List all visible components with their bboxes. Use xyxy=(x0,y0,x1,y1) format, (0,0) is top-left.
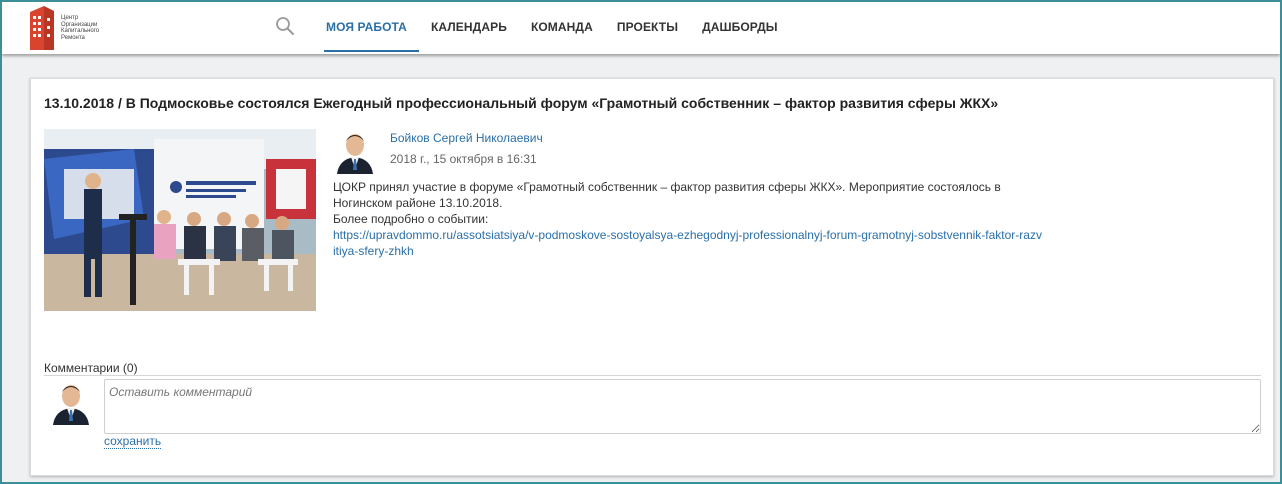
post-body-text: ЦОКР принял участие в форуме «Грамотный … xyxy=(333,180,1001,210)
nav-tab-team[interactable]: КОМАНДА xyxy=(519,2,605,52)
post-photo[interactable] xyxy=(44,129,316,311)
building-logo-icon xyxy=(30,6,54,50)
post-body-more: Более подробно о событии: xyxy=(333,212,489,226)
author-avatar[interactable] xyxy=(335,129,375,174)
nav-tab-my-work[interactable]: МОЯ РАБОТА xyxy=(314,2,419,52)
nav-tab-calendar[interactable]: КАЛЕНДАРЬ xyxy=(419,2,519,52)
app-window: Центр Организации Капитального Ремонта М… xyxy=(0,0,1282,484)
main-nav: МОЯ РАБОТА КАЛЕНДАРЬ КОМАНДА ПРОЕКТЫ ДАШ… xyxy=(314,2,790,52)
save-comment-button[interactable]: сохранить xyxy=(104,435,162,449)
post-source-link[interactable]: https://upravdommo.ru/assotsiatsiya/v-po… xyxy=(333,228,1042,258)
nav-tab-projects[interactable]: ПРОЕКТЫ xyxy=(605,2,690,52)
logo-text-line: Ремонта xyxy=(61,34,85,41)
logo-caption: Центр Организации Капитального Ремонта xyxy=(61,15,111,41)
comments-heading: Комментарии (0) xyxy=(44,361,138,375)
post-card: 13.10.2018 / В Подмосковье состоялся Еже… xyxy=(30,78,1274,476)
top-navigation-bar: Центр Организации Капитального Ремонта М… xyxy=(2,2,1280,54)
current-user-avatar xyxy=(51,379,91,425)
post-date: 2018 г., 15 октября в 16:31 xyxy=(390,152,537,166)
comments-divider xyxy=(44,375,1261,376)
search-icon[interactable] xyxy=(275,16,295,36)
comment-input[interactable] xyxy=(104,379,1261,434)
nav-tab-dashboards[interactable]: ДАШБОРДЫ xyxy=(690,2,790,52)
post-title: 13.10.2018 / В Подмосковье состоялся Еже… xyxy=(44,95,999,111)
post-body: ЦОКР принял участие в форуме «Грамотный … xyxy=(333,179,1043,259)
author-name-link[interactable]: Бойков Сергей Николаевич xyxy=(390,131,543,145)
company-logo[interactable]: Центр Организации Капитального Ремонта xyxy=(28,5,118,51)
